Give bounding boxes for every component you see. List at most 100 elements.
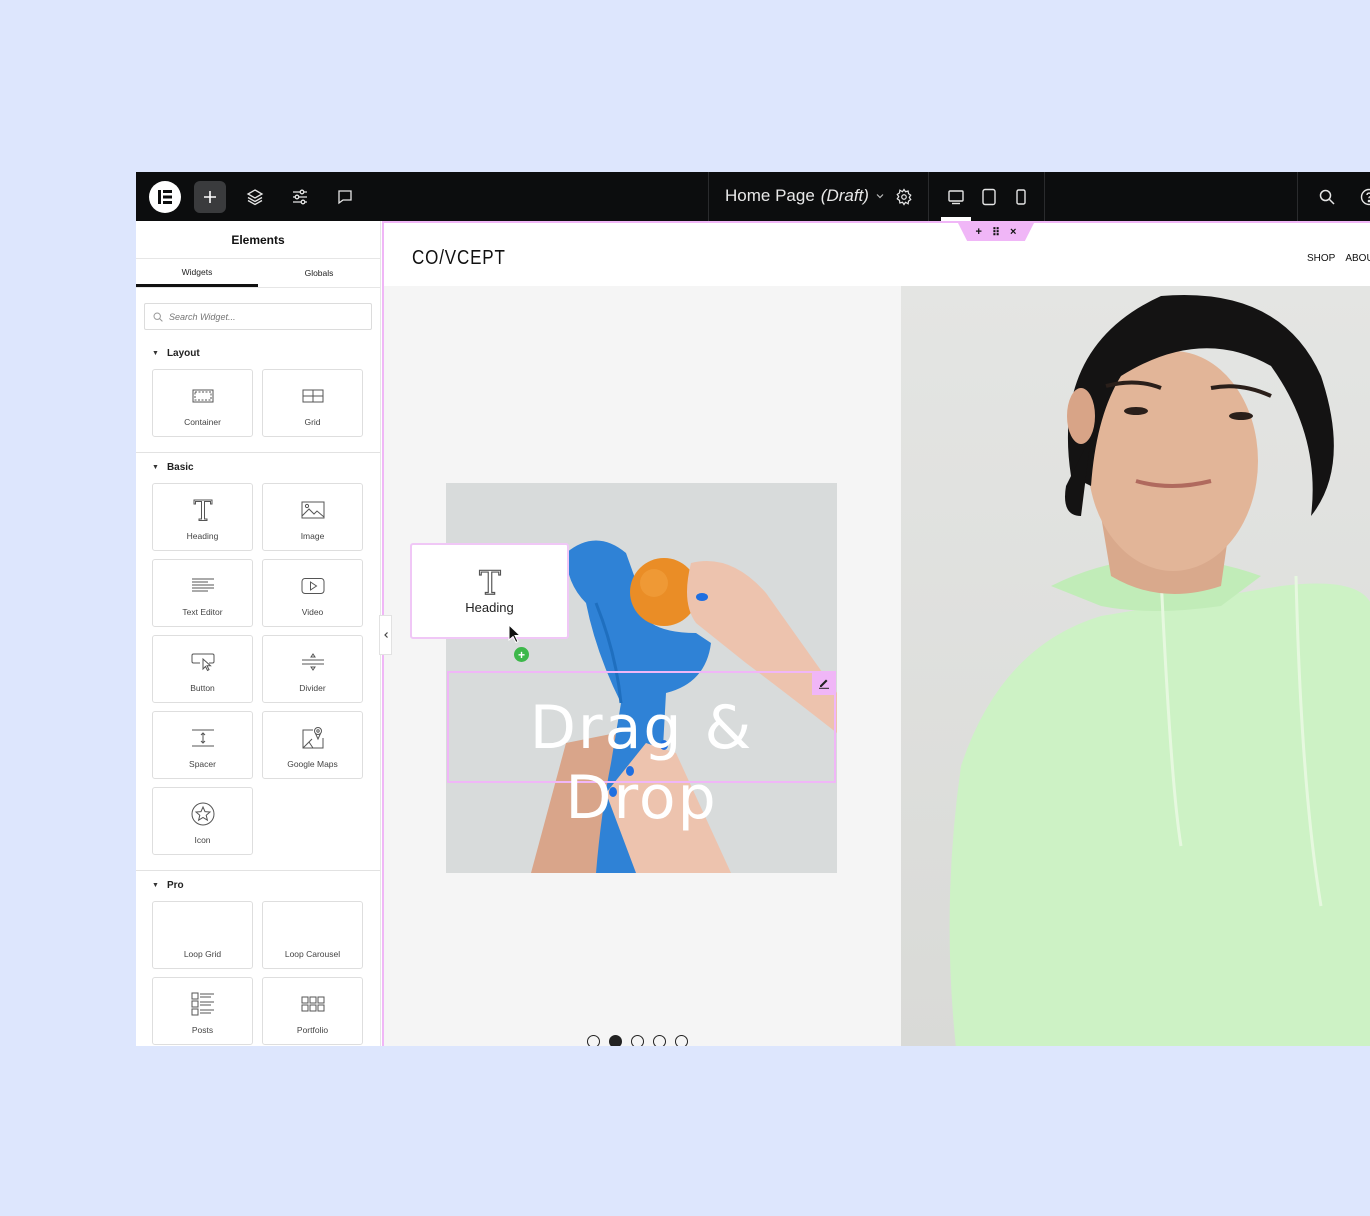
section-title: Pro [166, 880, 184, 891]
add-drop-badge-icon: + [514, 647, 529, 662]
widget-grid[interactable]: Grid [262, 369, 363, 437]
editor-canvas: CO/VCEPT SHOP ABOU + ⠿ × [382, 221, 1370, 1046]
delete-section-button[interactable]: × [1010, 226, 1016, 238]
widget-button[interactable]: Button [152, 635, 253, 703]
desktop-icon [948, 190, 964, 205]
grid-icon [302, 389, 323, 403]
top-bar: Home Page (Draft) [136, 172, 1370, 221]
site-settings-button[interactable] [285, 182, 315, 212]
slider-dot[interactable] [631, 1035, 644, 1046]
page-status: (Draft) [820, 186, 869, 205]
mobile-icon [1016, 189, 1026, 205]
nav-link-shop[interactable]: SHOP [1307, 253, 1335, 264]
chevron-left-icon [383, 632, 388, 638]
slider-pagination [587, 1035, 688, 1046]
widget-label: Button [190, 683, 215, 693]
slider-dot[interactable] [587, 1035, 600, 1046]
drag-section-handle[interactable]: ⠿ [992, 226, 1000, 239]
heading-icon [193, 499, 212, 521]
plus-icon [204, 191, 216, 203]
tab-widgets[interactable]: Widgets [136, 259, 258, 287]
widget-google-maps[interactable]: Google Maps [262, 711, 363, 779]
nav-link-about[interactable]: ABOU [1345, 253, 1370, 264]
spacer-icon [191, 729, 214, 747]
add-element-button[interactable] [194, 181, 226, 213]
section-divider [136, 870, 380, 871]
widget-icon[interactable]: Icon [152, 787, 253, 855]
widget-label: Text Editor [182, 607, 223, 617]
collapse-panel-button[interactable] [379, 615, 392, 655]
slider-dot[interactable] [653, 1035, 666, 1046]
page-title: Home Page [725, 186, 815, 205]
pro-widgets: Loop Grid Loop Carousel Posts Portfolio [152, 901, 380, 1045]
divider-icon [301, 653, 324, 671]
widget-loop-carousel[interactable]: Loop Carousel [262, 901, 363, 969]
elementor-logo-icon[interactable] [149, 181, 181, 213]
widget-spacer[interactable]: Spacer [152, 711, 253, 779]
section-header-layout[interactable]: ▼ Layout [152, 348, 380, 359]
structure-button[interactable] [240, 182, 270, 212]
widget-label: Spacer [189, 759, 216, 769]
mobile-view-button[interactable] [1006, 182, 1036, 212]
tab-globals[interactable]: Globals [258, 259, 380, 287]
layout-widgets: Container Grid [152, 369, 380, 437]
divider [1044, 172, 1045, 221]
edit-widget-button[interactable] [812, 671, 836, 695]
site-logo[interactable]: CO/VCEPT [412, 247, 506, 270]
caret-down-icon: ▼ [152, 464, 159, 471]
site-nav: SHOP ABOU [1307, 253, 1370, 264]
image-icon [301, 501, 324, 519]
panel-title: Elements [136, 221, 380, 259]
add-section-button[interactable]: + [976, 226, 982, 238]
widget-divider[interactable]: Divider [262, 635, 363, 703]
heading-widget-selected[interactable]: Drag & Drop [447, 671, 836, 833]
widget-loop-grid[interactable]: Loop Grid [152, 901, 253, 969]
model-photo [901, 286, 1370, 1046]
section-title: Layout [166, 348, 200, 359]
widget-video[interactable]: Video [262, 559, 363, 627]
page-settings-button[interactable] [889, 182, 919, 212]
section-header-pro[interactable]: ▼ Pro [152, 880, 380, 891]
dragged-heading-widget[interactable]: Heading [410, 543, 569, 639]
search-widget-field[interactable] [144, 303, 372, 330]
widget-image[interactable]: Image [262, 483, 363, 551]
widget-label: Video [301, 607, 324, 617]
caret-down-icon: ▼ [152, 882, 159, 889]
hero-heading[interactable]: Drag & Drop [449, 693, 834, 833]
comment-icon [338, 190, 352, 205]
divider [708, 172, 709, 221]
basic-widgets: Heading Image Text Editor Video Button D… [152, 483, 380, 855]
portfolio-icon [301, 996, 324, 1012]
search-button[interactable] [1312, 182, 1342, 212]
elements-panel: Elements Widgets Globals ▼ Layout Contai… [136, 221, 381, 1046]
widget-text-editor[interactable]: Text Editor [152, 559, 253, 627]
widget-container[interactable]: Container [152, 369, 253, 437]
heading-icon [478, 569, 501, 595]
widget-posts[interactable]: Posts [152, 977, 253, 1045]
comments-button[interactable] [330, 182, 360, 212]
slider-dot-active[interactable] [609, 1035, 622, 1046]
widget-portfolio[interactable]: Portfolio [262, 977, 363, 1045]
pencil-icon [819, 679, 829, 689]
help-icon [1360, 188, 1370, 206]
text-editor-icon [191, 578, 214, 592]
section-divider [136, 452, 380, 453]
desktop-view-button[interactable] [941, 182, 971, 212]
slider-dot[interactable] [675, 1035, 688, 1046]
mouse-cursor-icon [508, 624, 522, 644]
widget-label: Container [184, 417, 221, 427]
hero-left-column[interactable]: Drag & Drop Heading + [384, 286, 901, 1046]
search-widget-input[interactable] [169, 311, 349, 322]
drag-card-label: Heading [465, 599, 514, 615]
help-button[interactable] [1354, 182, 1370, 212]
widget-label: Google Maps [287, 759, 338, 769]
hero-right-image-model[interactable] [901, 286, 1370, 1046]
section-header-basic[interactable]: ▼ Basic [152, 462, 380, 473]
widget-heading[interactable]: Heading [152, 483, 253, 551]
search-icon [153, 311, 163, 322]
search-icon [1319, 189, 1335, 205]
chevron-down-icon [876, 194, 884, 199]
page-title-dropdown[interactable]: Home Page (Draft) [725, 186, 885, 206]
tablet-icon [982, 188, 996, 206]
tablet-view-button[interactable] [974, 182, 1004, 212]
